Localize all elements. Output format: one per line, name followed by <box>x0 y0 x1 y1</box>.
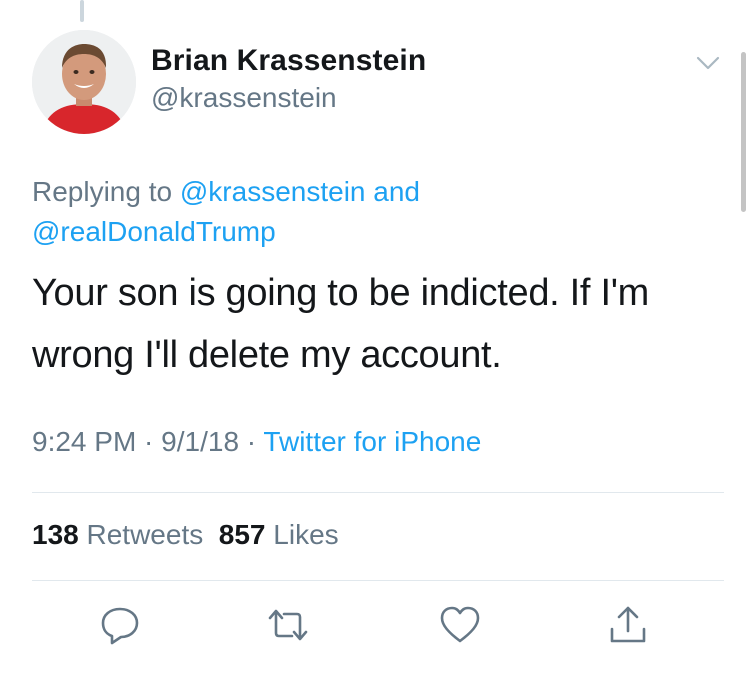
tweet-metadata: 9:24 PM · 9/1/18 · Twitter for iPhone <box>32 426 481 458</box>
tweet-text-line-2: wrong I'll delete my account. <box>32 334 502 376</box>
retweets-count: 138 <box>32 519 79 550</box>
username-handle[interactable]: @krassenstein <box>151 82 337 114</box>
meta-separator: · <box>239 426 264 457</box>
scrollbar[interactable] <box>741 52 746 212</box>
divider <box>32 492 724 493</box>
display-name[interactable]: Brian Krassenstein <box>151 44 426 78</box>
tweet-text: Your son is going to be indicted. If I'm… <box>32 262 722 386</box>
replying-to: Replying to @krassenstein and @realDonal… <box>32 172 712 252</box>
tweet-time[interactable]: 9:24 PM <box>32 426 136 457</box>
retweet-button[interactable] <box>266 603 310 647</box>
mention-link-krassenstein[interactable]: @krassenstein <box>180 176 366 207</box>
divider <box>32 580 724 581</box>
reply-button[interactable] <box>98 603 142 647</box>
likes-stat[interactable]: 857 Likes <box>219 519 339 550</box>
retweets-label: Retweets <box>86 519 204 550</box>
tweet-date[interactable]: 9/1/18 <box>161 426 239 457</box>
retweets-stat[interactable]: 138 Retweets <box>32 519 203 550</box>
avatar-image <box>32 30 136 134</box>
likes-count: 857 <box>218 519 266 550</box>
share-icon <box>610 606 646 643</box>
tweet-text-line-1: Your son is going to be indicted. If I'm <box>32 272 650 314</box>
replying-to-joiner: and <box>365 176 420 207</box>
chevron-down-icon[interactable] <box>694 52 722 74</box>
reply-icon <box>101 607 139 645</box>
meta-separator: · <box>136 426 162 457</box>
like-button[interactable] <box>438 603 482 647</box>
heart-icon <box>440 606 480 643</box>
retweet-icon <box>268 609 308 641</box>
tweet-source-link[interactable]: Twitter for iPhone <box>263 426 481 457</box>
mention-link-realdonaldtrump[interactable]: @realDonaldTrump <box>32 216 276 247</box>
avatar[interactable] <box>32 30 136 134</box>
replying-to-label: Replying to <box>32 176 180 207</box>
share-button[interactable] <box>606 603 650 647</box>
engagement-stats: 138 Retweets 857 Likes <box>32 519 339 551</box>
thread-connector-line <box>80 0 84 22</box>
likes-label: Likes <box>273 519 339 550</box>
